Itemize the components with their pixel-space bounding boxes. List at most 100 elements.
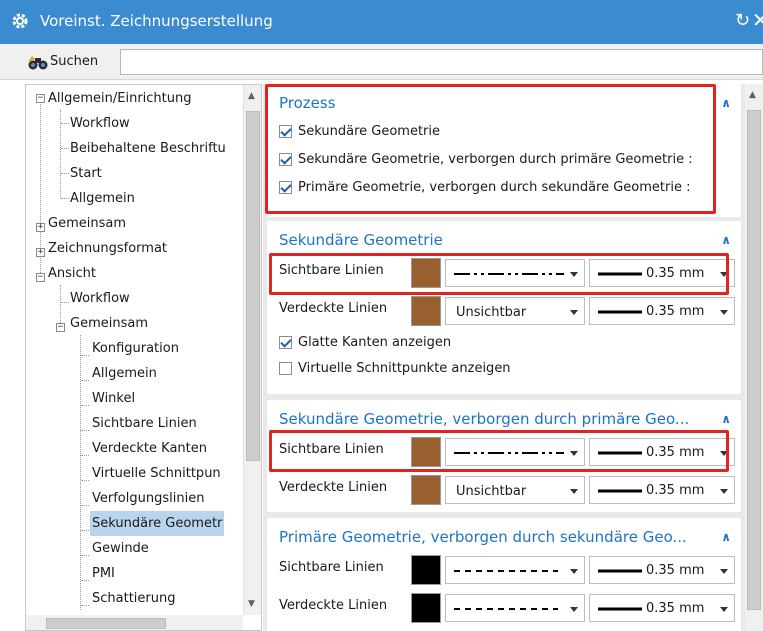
tree-connector	[81, 555, 89, 556]
expand-toggle[interactable]: +	[36, 248, 45, 257]
tree-item-ansicht[interactable]: Ansicht	[48, 261, 96, 286]
search-input[interactable]	[120, 49, 763, 75]
tree-item-label: Gemeinsam	[70, 316, 148, 331]
tree-item-ansicht-gemeinsam[interactable]: Gemeinsam	[70, 311, 148, 336]
tree-item-verdeckte-kanten[interactable]: Verdeckte Kanten	[92, 436, 207, 461]
line-style-dropdown[interactable]	[445, 594, 585, 622]
option-sekundaere-geometrie[interactable]: Sekundäre Geometrie	[279, 124, 440, 144]
line-width-dropdown[interactable]: 0.35 mm	[589, 297, 735, 325]
chevron-down-icon	[720, 272, 728, 277]
settings-tree: − + + − − Allgemein/Einrichtung Workflow…	[25, 84, 262, 631]
tree-connector	[61, 198, 69, 199]
tree-item-virtuelle-schnittpunkte[interactable]: Virtuelle Schnittpun	[92, 461, 221, 486]
option-virtuelle-schnittpunkte[interactable]: Virtuelle Schnittpunkte anzeigen	[279, 361, 511, 381]
scroll-down-icon[interactable]: ▼	[248, 599, 255, 609]
line-style-dropdown[interactable]	[445, 556, 585, 584]
scroll-up-icon[interactable]: ▲	[248, 91, 255, 101]
reset-icon[interactable]: ↻	[735, 10, 750, 31]
line-style-dropdown[interactable]: Unsichtbar	[445, 476, 585, 504]
scroll-up-icon[interactable]: ▲	[749, 90, 756, 100]
collapse-toggle[interactable]: −	[36, 94, 45, 103]
close-icon[interactable]: ✕	[752, 8, 763, 32]
tree-item-beibehaltene-beschriftung[interactable]: Beibehaltene Beschriftu	[70, 136, 226, 161]
tree-item-ansicht-workflow[interactable]: Workflow	[70, 286, 130, 311]
line-style-dropdown[interactable]	[445, 438, 585, 466]
line-width-dropdown[interactable]: 0.35 mm	[589, 438, 735, 466]
tree-item-allgemein[interactable]: Allgemein	[70, 186, 135, 211]
tree-horizontal-scrollbar[interactable]	[26, 615, 243, 630]
scrollbar-thumb[interactable]	[46, 618, 166, 629]
tree-item-label: Schattierung	[92, 591, 176, 606]
tree-item-zeichnungsformat[interactable]: Zeichnungsformat	[48, 236, 167, 261]
collapse-toggle[interactable]: −	[36, 273, 45, 282]
tree-item-workflow[interactable]: Workflow	[70, 111, 130, 136]
chevron-down-icon	[720, 489, 728, 494]
tree-item-konfiguration[interactable]: Konfiguration	[92, 336, 179, 361]
option-primaere-verborgen[interactable]: Primäre Geometrie, verborgen durch sekun…	[279, 180, 690, 200]
line-width-dropdown[interactable]: 0.35 mm	[589, 476, 735, 504]
dashed-line-icon	[454, 608, 558, 610]
checkbox[interactable]	[279, 181, 292, 194]
line-width-icon	[598, 569, 642, 573]
collapse-toggle[interactable]: −	[56, 323, 65, 332]
line-style-dropdown[interactable]: Unsichtbar	[445, 297, 585, 325]
tree-item-label: Gemeinsam	[48, 216, 126, 231]
tree-item-gemeinsam[interactable]: Gemeinsam	[48, 211, 126, 236]
collapse-icon[interactable]: ∧	[721, 233, 731, 247]
row-label: Verdeckte Linien	[279, 598, 388, 613]
tree-item-schattierung[interactable]: Schattierung	[92, 586, 175, 611]
collapse-icon[interactable]: ∧	[721, 96, 731, 110]
line-width-dropdown[interactable]: 0.35 mm	[589, 259, 735, 287]
tree-item-label: Verdeckte Kanten	[92, 441, 207, 456]
tree-item-label: Konfiguration	[92, 341, 179, 356]
checkbox[interactable]	[279, 153, 292, 166]
scrollbar-thumb[interactable]	[747, 110, 761, 610]
tree-connector	[81, 530, 89, 531]
panel-vertical-scrollbar[interactable]: ▲	[745, 84, 763, 631]
color-swatch[interactable]	[411, 475, 441, 505]
tree-item-verfolgungslinien[interactable]: Verfolgungslinien	[92, 486, 204, 511]
checkbox[interactable]	[279, 336, 292, 349]
checkbox[interactable]	[279, 362, 292, 375]
color-swatch[interactable]	[411, 437, 441, 467]
dashed-line-icon	[454, 570, 558, 572]
color-swatch[interactable]	[411, 258, 441, 288]
option-glatte-kanten[interactable]: Glatte Kanten anzeigen	[279, 335, 451, 355]
tree-item-allgemein-einrichtung[interactable]: Allgemein/Einrichtung	[48, 86, 192, 111]
tree-vertical-scrollbar[interactable]: ▲ ▼	[243, 85, 261, 615]
color-swatch[interactable]	[411, 593, 441, 623]
line-style-dropdown[interactable]	[445, 259, 585, 287]
option-sekundaere-verborgen[interactable]: Sekundäre Geometrie, verborgen durch pri…	[279, 152, 693, 172]
tree-item-start[interactable]: Start	[70, 161, 102, 186]
tree-connector	[81, 355, 89, 356]
line-width-dropdown[interactable]: 0.35 mm	[589, 594, 735, 622]
tree-connector	[81, 405, 89, 406]
section-title-sekundaere-verborgen: Sekundäre Geometrie, verborgen durch pri…	[279, 410, 690, 428]
line-style-value: Unsichtbar	[456, 484, 527, 499]
tree-connector	[81, 605, 89, 606]
row-verdeckte-linien: Verdeckte Linien 0.35 mm	[275, 592, 741, 623]
chevron-down-icon	[570, 569, 578, 574]
tree-item-winkel[interactable]: Winkel	[92, 386, 135, 411]
tree-connector	[81, 480, 89, 481]
row-label: Verdeckte Linien	[279, 301, 388, 316]
tree-item-sichtbare-linien[interactable]: Sichtbare Linien	[92, 411, 197, 436]
expand-toggle[interactable]: +	[36, 223, 45, 232]
checkbox[interactable]	[279, 125, 292, 138]
section-sekundaere-verborgen: Sekundäre Geometrie, verborgen durch pri…	[267, 400, 741, 512]
tree-item-gewinde[interactable]: Gewinde	[92, 536, 149, 561]
chevron-down-icon	[570, 451, 578, 456]
tree-item-label: Workflow	[70, 291, 130, 306]
chevron-down-icon	[570, 489, 578, 494]
collapse-icon[interactable]: ∧	[721, 412, 731, 426]
section-sekundaere-geometrie: Sekundäre Geometrie ∧ Sichtbare Linien 0…	[267, 221, 741, 394]
tree-item-allgemein-2[interactable]: Allgemein	[92, 361, 157, 386]
color-swatch[interactable]	[411, 296, 441, 326]
tree-item-pmi[interactable]: PMI	[92, 561, 115, 586]
tree-item-label: Allgemein	[70, 191, 135, 206]
collapse-icon[interactable]: ∧	[721, 530, 731, 544]
line-width-dropdown[interactable]: 0.35 mm	[589, 556, 735, 584]
color-swatch[interactable]	[411, 555, 441, 585]
scrollbar-thumb[interactable]	[246, 111, 260, 461]
tree-item-sekundaere-geometrie[interactable]: Sekundäre Geometr	[90, 511, 225, 536]
